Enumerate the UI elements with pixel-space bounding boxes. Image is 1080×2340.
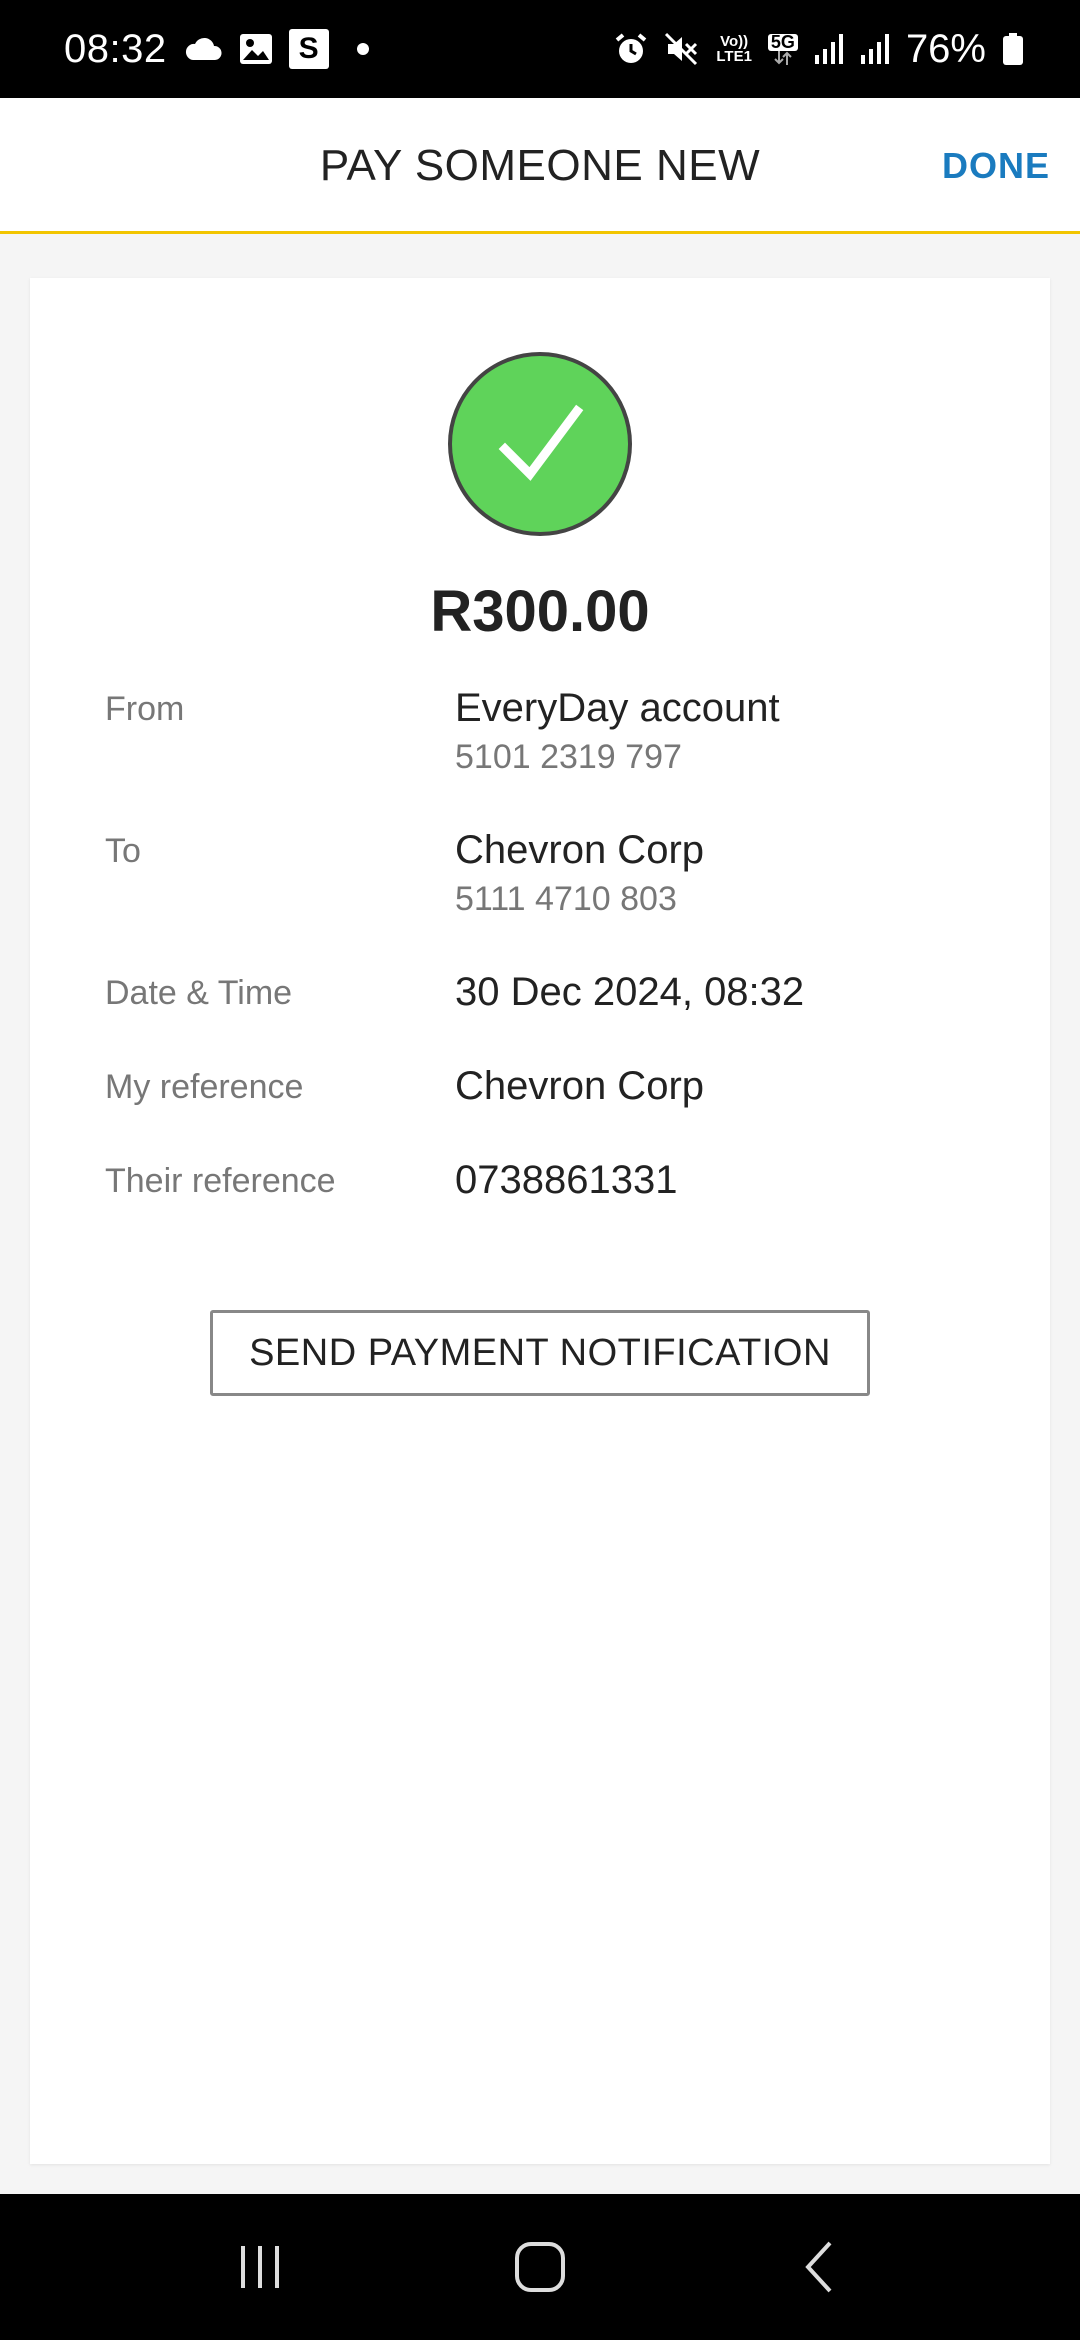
5g-icon: 5G bbox=[767, 33, 798, 65]
5g-text: 5G bbox=[767, 33, 798, 51]
datetime-label: Date & Time bbox=[105, 974, 293, 1012]
back-button[interactable] bbox=[770, 2217, 870, 2317]
checkmark-icon bbox=[498, 404, 584, 481]
payment-receipt-card: R300.00 From EveryDay account 5101 2319 … bbox=[30, 278, 1050, 2164]
image-icon bbox=[239, 33, 273, 65]
alarm-icon bbox=[614, 32, 648, 66]
app-header: PAY SOMEONE NEW DONE bbox=[0, 98, 1080, 234]
success-indicator bbox=[448, 352, 632, 536]
volte-text-top: Vo)) bbox=[720, 33, 749, 50]
to-recipient-name: Chevron Corp bbox=[455, 828, 705, 872]
back-icon bbox=[805, 2241, 832, 2293]
s-app-icon: S bbox=[288, 29, 329, 69]
home-button[interactable] bbox=[490, 2217, 590, 2317]
datetime-value: 30 Dec 2024, 08:32 bbox=[455, 970, 805, 1014]
mute-icon bbox=[664, 32, 700, 66]
page-title: PAY SOMEONE NEW bbox=[319, 141, 761, 190]
from-account-name: EveryDay account bbox=[455, 686, 780, 730]
send-payment-notification-button[interactable]: SEND PAYMENT NOTIFICATION bbox=[210, 1310, 870, 1396]
their-reference-label: Their reference bbox=[105, 1162, 336, 1200]
volte-text-bottom: LTE1 bbox=[716, 48, 752, 65]
status-bar-left: 08:32 S bbox=[64, 27, 369, 72]
their-reference-value: 0738861331 bbox=[455, 1158, 678, 1202]
to-label: To bbox=[105, 832, 141, 870]
battery-percent: 76% bbox=[905, 26, 986, 71]
my-reference-value: Chevron Corp bbox=[455, 1064, 705, 1108]
home-icon bbox=[515, 2242, 565, 2292]
notification-dot bbox=[356, 43, 369, 55]
from-account-number: 5101 2319 797 bbox=[455, 738, 682, 776]
done-button[interactable]: DONE bbox=[942, 98, 1050, 234]
battery-icon bbox=[1002, 32, 1024, 66]
my-reference-label: My reference bbox=[105, 1068, 304, 1106]
recent-apps-icon bbox=[241, 2246, 279, 2288]
signal-icon bbox=[860, 33, 890, 65]
status-bar: 08:32 S Vo)) LTE1 5G 76% bbox=[0, 0, 1080, 98]
cloud-icon bbox=[183, 36, 223, 62]
status-bar-right: Vo)) LTE1 5G 76% bbox=[614, 27, 1024, 72]
from-label: From bbox=[105, 690, 185, 728]
recent-apps-button[interactable] bbox=[210, 2217, 310, 2317]
volte-icon: Vo)) LTE1 bbox=[716, 34, 752, 64]
system-nav-bar bbox=[0, 2194, 1080, 2340]
to-account-number: 5111 4710 803 bbox=[455, 880, 677, 918]
status-time: 08:32 bbox=[64, 26, 167, 71]
signal-icon bbox=[814, 33, 844, 65]
payment-amount: R300.00 bbox=[430, 579, 650, 644]
